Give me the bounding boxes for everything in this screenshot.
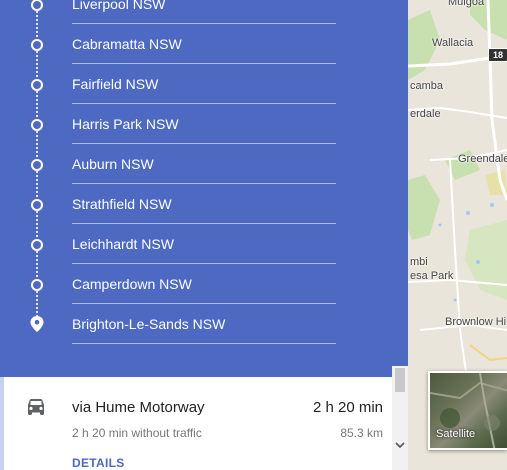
map-label-brownlow-hill: Brownlow Hi [445,316,507,328]
satellite-toggle[interactable]: Satellite [428,371,507,450]
stop-name: Strathfield NSW [72,196,172,212]
circle-icon [31,0,43,11]
circle-icon [31,39,43,51]
route-option-card[interactable]: via Hume Motorway 2 h 20 min 2 h 20 min … [0,377,392,470]
map-label-wallacia: Wallacia [432,37,474,49]
stop-item[interactable]: Camperdown NSW [0,265,408,305]
circle-icon [31,119,43,131]
circle-icon [31,79,43,91]
route-shield-icon: 18 [488,48,507,62]
map-label-erdale: erdale [410,108,441,120]
selected-route-indicator [0,377,4,470]
car-icon [28,399,44,415]
map-label-camba: camba [410,80,444,92]
map-label-esa-park: esa Park [410,270,454,282]
stop-item[interactable]: Brighton-Le-Sands NSW [0,305,408,345]
stop-divider [72,303,336,304]
stop-divider [72,23,336,24]
circle-icon [31,279,43,291]
circle-icon [31,239,43,251]
stop-item[interactable]: Auburn NSW [0,145,408,185]
stop-item[interactable]: Strathfield NSW [0,185,408,225]
stop-name: Harris Park NSW [72,116,179,132]
stop-name: Fairfield NSW [72,76,159,92]
stop-divider [72,263,336,264]
stops-list: Liverpool NSW Cabramatta NSW Fairfield N… [0,0,408,377]
stop-name: Cabramatta NSW [72,36,182,52]
route-duration: 2 h 20 min [312,399,383,416]
route-via: via Hume Motorway [72,399,205,416]
panel-scrollbar[interactable] [392,366,408,470]
stop-item[interactable]: Fairfield NSW [0,65,408,105]
stop-name: Camperdown NSW [72,276,192,292]
directions-panel: Liverpool NSW Cabramatta NSW Fairfield N… [0,0,408,470]
stop-divider [72,223,336,224]
map-label-greendale: Greendale [458,153,507,165]
stop-item[interactable]: Leichhardt NSW [0,225,408,265]
stop-divider [72,63,336,64]
circle-icon [31,159,43,171]
stop-name: Leichhardt NSW [72,236,174,252]
satellite-label: Satellite [436,428,476,440]
stop-item[interactable]: Harris Park NSW [0,105,408,145]
stop-name: Auburn NSW [72,156,154,172]
stop-item[interactable]: Liverpool NSW [0,0,408,25]
stop-divider [72,343,336,344]
pin-icon [30,316,44,332]
stop-divider [72,143,336,144]
route-duration-without-traffic: 2 h 20 min without traffic [72,426,202,440]
stop-name: Liverpool NSW [72,0,166,12]
map-label-mulgoa: Mulgoa [448,0,485,8]
stop-name: Brighton-Le-Sands NSW [72,316,226,332]
scrollbar-thumb[interactable] [395,368,405,392]
route-distance: 85.3 km [340,426,383,440]
map-label-mbi: mbi [410,256,428,268]
stop-divider [72,183,336,184]
chevron-down-icon[interactable] [395,440,405,450]
circle-icon [31,199,43,211]
details-link[interactable]: DETAILS [72,456,125,470]
stop-item[interactable]: Cabramatta NSW [0,25,408,65]
stop-divider [72,103,336,104]
